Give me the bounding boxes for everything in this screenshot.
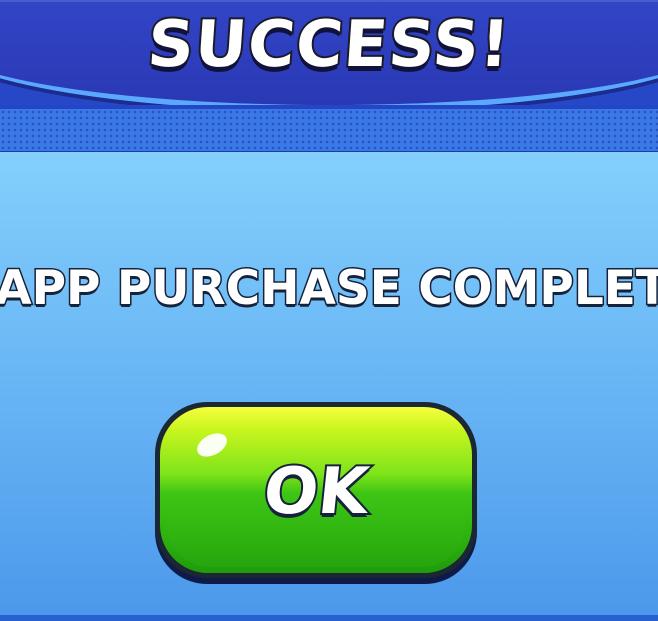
- header-divider-strip: [0, 105, 658, 156]
- purchase-message: IN-APP PURCHASE COMPLETED: [0, 260, 658, 318]
- ok-button[interactable]: OK: [155, 402, 477, 578]
- success-dialog: SUCCESS! IN-APP PURCHASE COMPLETED OK: [0, 0, 658, 621]
- ok-button-label: OK: [258, 453, 374, 531]
- dialog-title: SUCCESS!: [143, 6, 514, 84]
- ok-button-face: OK: [160, 407, 472, 573]
